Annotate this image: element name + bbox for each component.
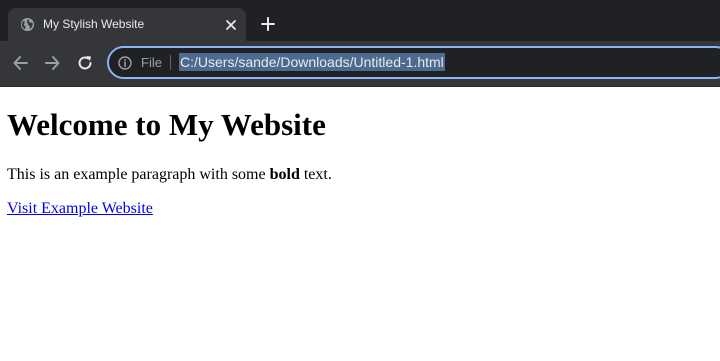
tab-active[interactable]: My Stylish Website xyxy=(8,8,246,41)
page-heading: Welcome to My Website xyxy=(7,107,326,142)
page-content: Welcome to My Website This is an example… xyxy=(0,87,720,361)
bold-text: bold xyxy=(269,166,300,183)
visit-example-link[interactable]: Visit Example Website xyxy=(7,199,153,219)
url-text[interactable]: C:/Users/sande/Downloads/Untitled-1.html xyxy=(179,53,445,71)
chip-divider xyxy=(170,55,171,70)
arrow-left-icon[interactable] xyxy=(11,53,31,73)
intro-paragraph: This is an example paragraph with some b… xyxy=(7,165,332,185)
paragraph-text-end: text. xyxy=(299,166,332,183)
address-bar[interactable]: File C:/Users/sande/Downloads/Untitled-1… xyxy=(107,46,720,79)
reload-icon[interactable] xyxy=(75,53,95,73)
paragraph-text-start: This is an example paragraph with some xyxy=(7,166,270,183)
browser-window: My Stylish Website File C:/Users/sande/D… xyxy=(0,0,720,361)
tab-title: My Stylish Website xyxy=(43,17,145,31)
globe-icon xyxy=(20,17,35,32)
plus-icon[interactable] xyxy=(260,16,276,32)
file-scheme-chip[interactable]: File xyxy=(141,54,162,71)
tab-strip: My Stylish Website xyxy=(0,0,720,41)
browser-toolbar: File C:/Users/sande/Downloads/Untitled-1… xyxy=(0,41,720,87)
close-icon[interactable] xyxy=(224,18,238,32)
arrow-right-icon[interactable] xyxy=(42,53,62,73)
info-icon[interactable] xyxy=(118,56,132,70)
